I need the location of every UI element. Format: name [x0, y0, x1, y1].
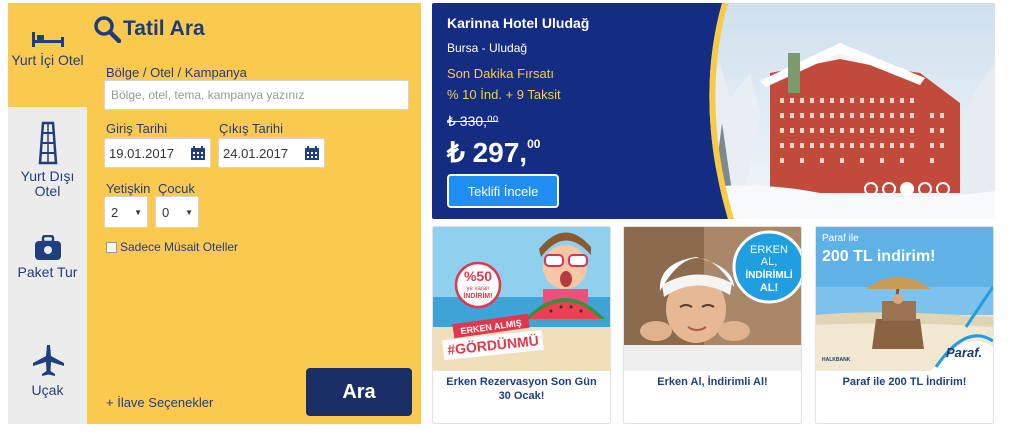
hero-old-price: ₺ 330,⁰⁰ — [447, 113, 499, 129]
calendar-icon[interactable] — [190, 145, 206, 161]
child-count-value: 0 — [162, 204, 170, 220]
vertical-tab-bar: Yurt İçi Otel Yurt Dışı Otel Paket Tur U… — [8, 3, 87, 424]
badge-percent: %50 — [464, 268, 492, 284]
tower-icon — [38, 121, 57, 165]
tab-domestic-hotel[interactable]: Yurt İçi Otel — [8, 3, 87, 107]
promo-card-early-discount[interactable]: ERKEN AL, İNDİRİMLİ AL! Erken Al, İndiri… — [623, 226, 802, 424]
promo-image-beach-chair: Paraf ile 200 TL indirim! Paraf. HALKBAN… — [816, 227, 993, 371]
hotel-photo — [700, 3, 995, 219]
promo-card-caption: Paraf ile 200 TL İndirim! — [842, 376, 967, 388]
chevron-down-icon: ▼ — [185, 207, 193, 217]
hero-price: ₺ 297,00 — [447, 136, 540, 169]
badge-early: ERKEN — [750, 244, 788, 256]
promo-card-early-booking[interactable]: %50 ye varan İNDİRİM! ERKEN ALMIŞ #GÖRDÜ… — [432, 226, 611, 424]
search-panel: Tatil Ara Bölge / Otel / Kampanya Bölge,… — [87, 3, 421, 424]
search-button[interactable]: Ara — [306, 368, 412, 416]
badge-discount: İNDİRİM! — [463, 292, 492, 300]
hero-hotel-name: Karinna Hotel Uludağ — [447, 15, 590, 31]
promo-image-beach-girl: %50 ye varan İNDİRİM! ERKEN ALMIŞ #GÖRDÜ… — [433, 227, 610, 371]
slider-dot-4[interactable] — [918, 182, 932, 196]
region-search-input[interactable]: Bölge, otel, tema, kampanya yazınız — [104, 80, 409, 110]
badge-upto: ye varan — [466, 286, 489, 292]
checkin-label: Giriş Tarihi — [106, 121, 168, 136]
adult-count-value: 2 — [111, 204, 119, 220]
tab-flight-label: Uçak — [31, 382, 64, 398]
tab-domestic-hotel-label: Yurt İçi Otel — [11, 52, 84, 68]
hero-price-cents: 00 — [527, 137, 541, 151]
checkout-label: Çıkış Tarihi — [219, 121, 284, 136]
suitcase-icon — [34, 235, 61, 260]
checkin-date-field[interactable]: 19.01.2017 — [104, 138, 211, 168]
more-options-link[interactable]: + İlave Seçenekler — [106, 395, 213, 410]
hero-location: Bursa - Uludağ — [447, 41, 528, 55]
slider-dot-2[interactable] — [882, 182, 896, 196]
promo-card-paraf[interactable]: Paraf ile 200 TL indirim! Paraf. HALKBAN… — [815, 226, 994, 424]
checkbox-box[interactable] — [106, 241, 117, 253]
checkin-date-value: 19.01.2017 — [109, 145, 175, 161]
slider-dot-5[interactable] — [936, 182, 950, 196]
badge-take: AL, — [761, 256, 778, 268]
search-title: Tatil Ara — [93, 15, 205, 43]
tab-abroad-hotel-label: Yurt Dışı Otel — [20, 168, 75, 199]
child-label: Çocuk — [158, 181, 195, 196]
search-icon — [94, 16, 121, 43]
promo-image-spa: ERKEN AL, İNDİRİMLİ AL! — [624, 227, 801, 371]
bank-name: HALKBANK — [822, 357, 851, 363]
search-title-text: Tatil Ara — [123, 17, 205, 40]
tab-package-tour[interactable]: Paket Tur — [8, 219, 87, 319]
badge-discounted: İNDİRİMLİ — [745, 268, 792, 281]
slider-dots — [864, 182, 950, 196]
view-offer-button[interactable]: Teklifi İncele — [447, 174, 559, 208]
adult-count-select[interactable]: 2 ▼ — [104, 196, 148, 228]
tab-flight[interactable]: Uçak — [8, 323, 87, 423]
calendar-icon[interactable] — [304, 145, 320, 161]
chevron-down-icon: ▼ — [134, 207, 142, 217]
hero-promo-banner[interactable]: Karinna Hotel Uludağ Bursa - Uludağ Son … — [432, 3, 995, 219]
bed-icon — [31, 32, 64, 47]
hero-deal-line2: % 10 İnd. + 9 Taksit — [447, 87, 561, 102]
slider-dot-3-active[interactable] — [900, 182, 914, 196]
checkout-date-field[interactable]: 24.01.2017 — [218, 138, 325, 168]
region-search-placeholder: Bölge, otel, tema, kampanya yazınız — [111, 88, 305, 102]
adult-label: Yetişkin — [106, 181, 151, 196]
promo-card-caption: Erken Al, İndirimli Al! — [657, 376, 768, 388]
checkout-date-value: 24.01.2017 — [223, 145, 289, 161]
slider-dot-1[interactable] — [864, 182, 878, 196]
tab-package-tour-label: Paket Tur — [17, 264, 78, 280]
paraf-line2: 200 TL indirim! — [822, 248, 936, 265]
child-count-select[interactable]: 0 ▼ — [155, 196, 199, 228]
hero-price-main: ₺ 297, — [447, 137, 528, 168]
region-label: Bölge / Otel / Kampanya — [106, 65, 247, 80]
available-only-checkbox[interactable]: Sadece Müsait Oteller — [106, 240, 238, 254]
airplane-icon — [32, 345, 64, 376]
badge-take2: AL! — [760, 282, 778, 294]
available-only-label: Sadece Müsait Oteller — [120, 240, 239, 254]
hero-deal-line1: Son Dakika Fırsatı — [447, 66, 554, 81]
promo-card-caption: Erken Rezervasyon Son Gün 30 Ocak! — [446, 376, 597, 402]
paraf-brand: Paraf. — [946, 345, 982, 360]
paraf-line1: Paraf ile — [822, 233, 859, 244]
tab-abroad-hotel[interactable]: Yurt Dışı Otel — [8, 107, 87, 211]
